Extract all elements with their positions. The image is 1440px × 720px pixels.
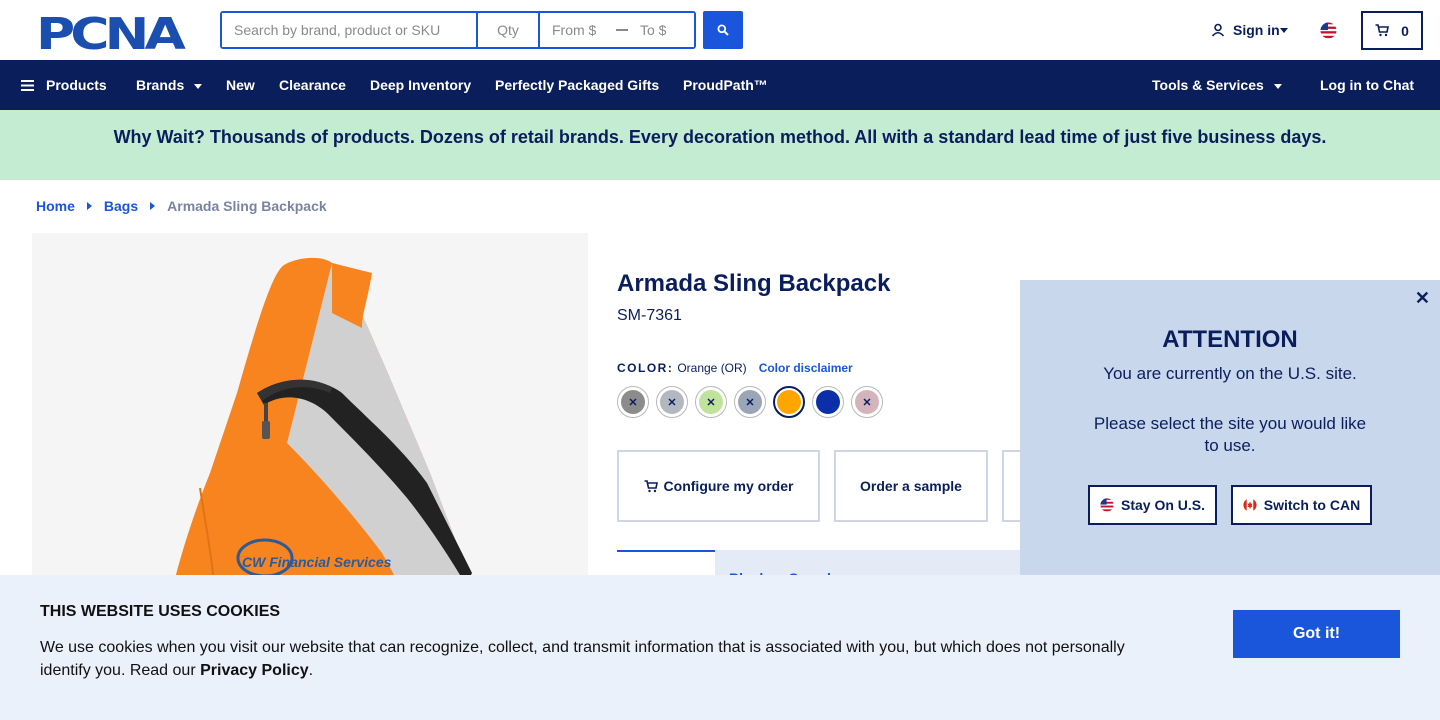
- color-swatch-dot: ✕: [699, 390, 723, 414]
- color-swatch-dot: ✕: [855, 390, 879, 414]
- price-from-input[interactable]: [540, 13, 616, 47]
- stay-us-label: Stay On U.S.: [1120, 497, 1206, 513]
- color-swatch-dot: [816, 390, 840, 414]
- search-form: [220, 11, 696, 49]
- hamburger-icon: [21, 79, 34, 91]
- nav-chat-label: Log in to Chat: [1320, 77, 1415, 93]
- nav-gifts[interactable]: Perfectly Packaged Gifts: [495, 60, 659, 110]
- search-button[interactable]: [703, 11, 743, 49]
- nav-products[interactable]: Products: [21, 60, 107, 110]
- cart-icon: [644, 479, 658, 492]
- user-icon: [1211, 23, 1225, 37]
- switch-can-button[interactable]: Switch to CAN: [1231, 485, 1372, 525]
- nav-clearance-label: Clearance: [279, 77, 346, 93]
- color-swatch[interactable]: [812, 386, 844, 418]
- sign-in-label: Sign in: [1233, 22, 1280, 38]
- color-swatches: ✕ ✕ ✕ ✕ ✕: [617, 386, 883, 418]
- breadcrumb-bags[interactable]: Bags: [104, 198, 138, 214]
- chevron-down-icon: [194, 83, 203, 89]
- cookie-title: THIS WEBSITE USES COOKIES: [40, 603, 281, 620]
- stay-us-button[interactable]: Stay On U.S.: [1088, 485, 1217, 525]
- search-input[interactable]: [222, 13, 478, 47]
- main-nav: Products Brands New Clearance Deep Inven…: [0, 60, 1440, 110]
- color-swatch[interactable]: ✕: [617, 386, 649, 418]
- nav-gifts-label: Perfectly Packaged Gifts: [495, 77, 660, 93]
- color-swatch[interactable]: ✕: [851, 386, 883, 418]
- chevron-right-icon: [150, 202, 156, 210]
- cart-icon: [1375, 24, 1390, 37]
- cookie-period: .: [308, 662, 314, 679]
- nav-chat-login[interactable]: Log in to Chat: [1320, 60, 1414, 110]
- color-swatch[interactable]: ✕: [734, 386, 766, 418]
- color-swatch-dot: ✕: [621, 390, 645, 414]
- unavailable-icon: ✕: [862, 396, 872, 409]
- svg-text:PCNA: PCNA: [36, 12, 186, 52]
- configure-order-button[interactable]: Configure my order: [617, 450, 820, 522]
- breadcrumb-current: Armada Sling Backpack: [167, 198, 327, 214]
- sign-in-menu[interactable]: Sign in: [1211, 22, 1288, 38]
- nav-new[interactable]: New: [226, 60, 255, 110]
- switch-can-label: Switch to CAN: [1263, 497, 1361, 513]
- color-label: COLOR:: [617, 361, 674, 375]
- chevron-right-icon: [86, 202, 92, 210]
- color-swatch-dot: ✕: [660, 390, 684, 414]
- close-icon[interactable]: ✕: [1415, 288, 1430, 309]
- nav-products-label: Products: [46, 77, 107, 93]
- color-value: Orange (OR): [677, 361, 747, 375]
- nav-deep-inventory-label: Deep Inventory: [370, 77, 472, 93]
- color-swatch[interactable]: ✕: [656, 386, 688, 418]
- nav-proudpath[interactable]: ProudPath™: [683, 60, 768, 110]
- cart-button[interactable]: 0: [1361, 11, 1423, 50]
- canada-flag-icon: [1243, 498, 1257, 512]
- nav-tools-label: Tools & Services: [1152, 77, 1264, 93]
- site-header: PCNA ™ Sign in 0: [0, 0, 1440, 60]
- cookie-accept-button[interactable]: Got it!: [1233, 610, 1400, 658]
- nav-new-label: New: [226, 77, 255, 93]
- color-row: COLOR: Orange (OR) Color disclaimer: [617, 361, 853, 375]
- privacy-policy-link[interactable]: Privacy Policy: [200, 662, 309, 679]
- cookie-text: We use cookies when you visit our websit…: [40, 636, 1160, 682]
- promo-banner: Why Wait? Thousands of products. Dozens …: [0, 110, 1440, 180]
- color-swatch-dot: [777, 390, 801, 414]
- order-sample-label: Order a sample: [860, 478, 962, 494]
- nav-tools-services[interactable]: Tools & Services: [1152, 60, 1282, 110]
- color-swatch[interactable]: [773, 386, 805, 418]
- price-range-dash: [616, 13, 628, 47]
- configure-order-label: Configure my order: [663, 478, 794, 494]
- price-to-input[interactable]: [628, 13, 694, 47]
- us-flag-icon: [1100, 498, 1114, 512]
- attention-prompt: Please select the site you would like to…: [1093, 414, 1367, 455]
- unavailable-icon: ✕: [667, 396, 677, 409]
- cart-count: 0: [1401, 22, 1409, 39]
- cookie-banner: THIS WEBSITE USES COOKIES We use cookies…: [0, 575, 1440, 720]
- nav-clearance[interactable]: Clearance: [279, 60, 346, 110]
- qty-input[interactable]: [478, 13, 540, 47]
- nav-deep-inventory[interactable]: Deep Inventory: [370, 60, 471, 110]
- search-icon: [717, 24, 729, 36]
- unavailable-icon: ✕: [745, 396, 755, 409]
- svg-text:™: ™: [178, 45, 184, 52]
- us-flag-icon[interactable]: [1320, 22, 1337, 39]
- product-sku: SM-7361: [617, 307, 682, 324]
- color-swatch-dot: ✕: [738, 390, 762, 414]
- breadcrumb: Home Bags Armada Sling Backpack: [36, 198, 327, 214]
- nav-brands[interactable]: Brands: [136, 60, 203, 110]
- backpack-imprint-text: CW Financial Services: [242, 554, 392, 570]
- breadcrumb-home[interactable]: Home: [36, 198, 75, 214]
- nav-proudpath-label: ProudPath™: [683, 77, 768, 93]
- unavailable-icon: ✕: [628, 396, 638, 409]
- promo-text: Why Wait? Thousands of products. Dozens …: [113, 126, 1327, 147]
- attention-title: ATTENTION: [1162, 326, 1298, 353]
- site-selection-popup: ✕ ATTENTION You are currently on the U.S…: [1020, 280, 1440, 580]
- nav-brands-label: Brands: [136, 77, 185, 93]
- chevron-down-icon: [1279, 27, 1288, 33]
- chevron-down-icon: [1273, 83, 1282, 89]
- attention-current-site: You are currently on the U.S. site.: [1103, 364, 1357, 383]
- unavailable-icon: ✕: [706, 396, 716, 409]
- color-disclaimer-link[interactable]: Color disclaimer: [759, 361, 853, 375]
- product-title: Armada Sling Backpack: [617, 270, 891, 297]
- order-sample-button[interactable]: Order a sample: [834, 450, 988, 522]
- color-swatch[interactable]: ✕: [695, 386, 727, 418]
- pcna-logo[interactable]: PCNA ™: [36, 12, 186, 52]
